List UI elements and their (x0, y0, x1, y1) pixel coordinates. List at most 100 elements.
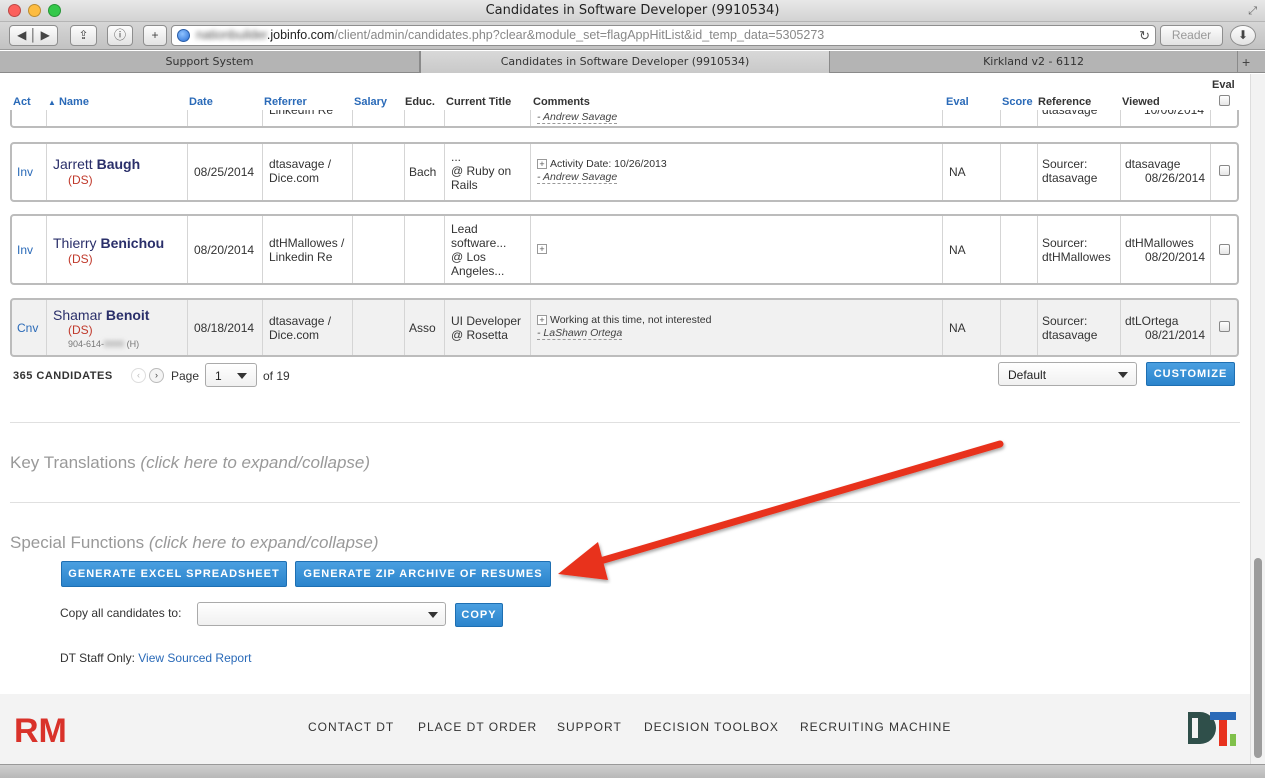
divider (10, 422, 1240, 423)
footer-recruiting-link[interactable]: RECRUITING MACHINE (800, 720, 951, 734)
col-educ-label: Educ. (405, 96, 435, 108)
referrer-line1: dtasavage / (269, 314, 332, 328)
col-reference-label: Reference (1038, 96, 1092, 108)
page-select-value: 1 (215, 369, 222, 383)
referrer-line2: Dice.com (269, 171, 320, 185)
rm-logo[interactable]: RM (14, 708, 67, 750)
row-checkbox[interactable] (1219, 244, 1230, 255)
key-translations-toggle[interactable]: Key Translations (click here to expand/c… (10, 453, 370, 473)
vertical-scrollbar[interactable] (1250, 74, 1265, 764)
minimize-window-icon[interactable] (28, 4, 41, 17)
generate-excel-button[interactable]: GENERATE EXCEL SPREADSHEET (61, 561, 287, 587)
title-line3: @ Los (451, 250, 486, 264)
col-referrer-label[interactable]: Referrer (264, 96, 307, 108)
footer-toolbox-link[interactable]: DECISION TOOLBOX (644, 720, 779, 734)
col-name-label[interactable]: ▲ Name (48, 96, 89, 108)
window-titlebar: Candidates in Software Developer (991053… (0, 0, 1265, 22)
copy-button[interactable]: COPY (455, 603, 503, 627)
row-checkbox[interactable] (1219, 321, 1230, 332)
tab-support-system[interactable]: Support System (0, 51, 420, 73)
footer-contact-link[interactable]: CONTACT DT (308, 720, 394, 734)
action-link[interactable]: Cnv (17, 321, 38, 335)
comment-author: - Andrew Savage (537, 111, 618, 124)
view-sourced-report-link[interactable]: View Sourced Report (138, 651, 251, 665)
new-tab-icon[interactable]: + (1242, 51, 1250, 73)
footer-support-link[interactable]: SUPPORT (557, 720, 622, 734)
reference-value: dtasavage (1042, 328, 1098, 342)
next-page-icon[interactable]: › (149, 368, 164, 383)
col-eval-label[interactable]: Eval (946, 96, 969, 108)
referrer-line2: Linkedin Re (269, 250, 333, 264)
forward-icon[interactable]: ▶ (41, 28, 50, 42)
ds-tag: (DS) (68, 252, 93, 266)
page-select[interactable]: 1 (205, 363, 257, 387)
rm-logo-icon: RM (14, 712, 67, 750)
table-row: Inv Thierry Benichou (DS) 08/20/2014 dtH… (10, 214, 1239, 285)
back-forward-buttons[interactable]: ◀ │ ▶ (9, 25, 58, 46)
reload-icon[interactable]: ↻ (1139, 26, 1150, 45)
download-button[interactable]: ⬇ (1230, 25, 1256, 46)
page-label: Page (171, 369, 200, 383)
expand-comment-icon[interactable]: + (537, 244, 547, 254)
col-date-label[interactable]: Date (189, 96, 213, 108)
tab-kirkland[interactable]: Kirkland v2 - 6112 (830, 51, 1238, 73)
eval-value: NA (949, 321, 966, 335)
reader-button[interactable]: Reader (1160, 25, 1223, 46)
status-bar (0, 764, 1265, 778)
customize-button[interactable]: CUSTOMIZE (1146, 362, 1235, 386)
expand-comment-icon[interactable]: + (537, 159, 547, 170)
action-link[interactable]: Inv (17, 165, 33, 179)
title-line1: ... (451, 150, 462, 164)
add-tab-button[interactable]: + (143, 25, 167, 46)
pager: 365 CANDIDATES ‹ › Page 1 of 19 Default … (13, 362, 1239, 394)
row-checkbox[interactable] (1219, 165, 1230, 176)
dt-logo[interactable] (1186, 708, 1238, 750)
footer-order-link[interactable]: PLACE DT ORDER (418, 720, 537, 734)
referrer-line1: dtasavage / (269, 157, 332, 171)
close-window-icon[interactable] (8, 4, 21, 17)
comment-author: - LaShawn Ortega (537, 327, 623, 340)
viewed-date: 08/26/2014 (1144, 171, 1205, 185)
window-title: Candidates in Software Developer (991053… (485, 3, 780, 18)
eval-value: NA (949, 165, 966, 179)
globe-icon (177, 29, 190, 42)
candidate-name[interactable]: Thierry Benichou (53, 235, 164, 251)
viewed-by: dtLOrtega (1125, 314, 1179, 328)
comment-text: Working at this time, not interested (550, 314, 712, 326)
select-all-checkbox[interactable] (1219, 95, 1230, 106)
viewed-by: dtHMallowes (1125, 236, 1194, 250)
title-line3: Rails (451, 178, 478, 192)
candidate-name[interactable]: Shamar Benoit (53, 307, 149, 323)
browser-toolbar: ◀ │ ▶ ⇪ ⓘ + nationbuilder.jobinfo.com/cl… (0, 22, 1265, 50)
staff-only-row: DT Staff Only: View Sourced Report (60, 651, 251, 665)
generate-zip-button[interactable]: GENERATE ZIP ARCHIVE OF RESUMES (295, 561, 551, 587)
view-select[interactable]: Default (998, 362, 1137, 386)
col-salary-label[interactable]: Salary (354, 96, 387, 108)
prev-page-icon[interactable]: ‹ (131, 368, 146, 383)
share-button[interactable]: ⇪ (70, 25, 97, 46)
zoom-window-icon[interactable] (48, 4, 61, 17)
page-footer: RM CONTACT DT PLACE DT ORDER SUPPORT DEC… (0, 694, 1250, 764)
candidate-name[interactable]: Jarrett Baugh (53, 156, 140, 172)
chevron-down-icon (237, 373, 247, 379)
special-functions-toggle[interactable]: Special Functions (click here to expand/… (10, 533, 379, 553)
ds-tag: (DS) (68, 173, 93, 187)
info-icon: ⓘ (113, 28, 126, 42)
reference-label: Sourcer: (1042, 236, 1088, 250)
fullscreen-icon[interactable]: ⤢ (1248, 0, 1257, 22)
copy-label: Copy all candidates to: (60, 606, 182, 620)
page-of-label: of 19 (263, 369, 290, 383)
reference-label: Sourcer: (1042, 157, 1088, 171)
title-line2: @ Rosetta (451, 328, 508, 342)
tab-candidates[interactable]: Candidates in Software Developer (991053… (420, 51, 830, 73)
copy-target-select[interactable] (197, 602, 446, 626)
scrollbar-thumb[interactable] (1254, 558, 1262, 758)
col-score-label[interactable]: Score (1002, 96, 1033, 108)
download-icon: ⬇ (1237, 28, 1249, 42)
expand-comment-icon[interactable]: + (537, 315, 547, 326)
url-field[interactable]: nationbuilder.jobinfo.com/client/admin/c… (171, 25, 1156, 46)
info-button[interactable]: ⓘ (107, 25, 133, 46)
back-icon[interactable]: ◀ (17, 28, 26, 42)
col-act-label[interactable]: Act (13, 96, 31, 108)
action-link[interactable]: Inv (17, 243, 33, 257)
